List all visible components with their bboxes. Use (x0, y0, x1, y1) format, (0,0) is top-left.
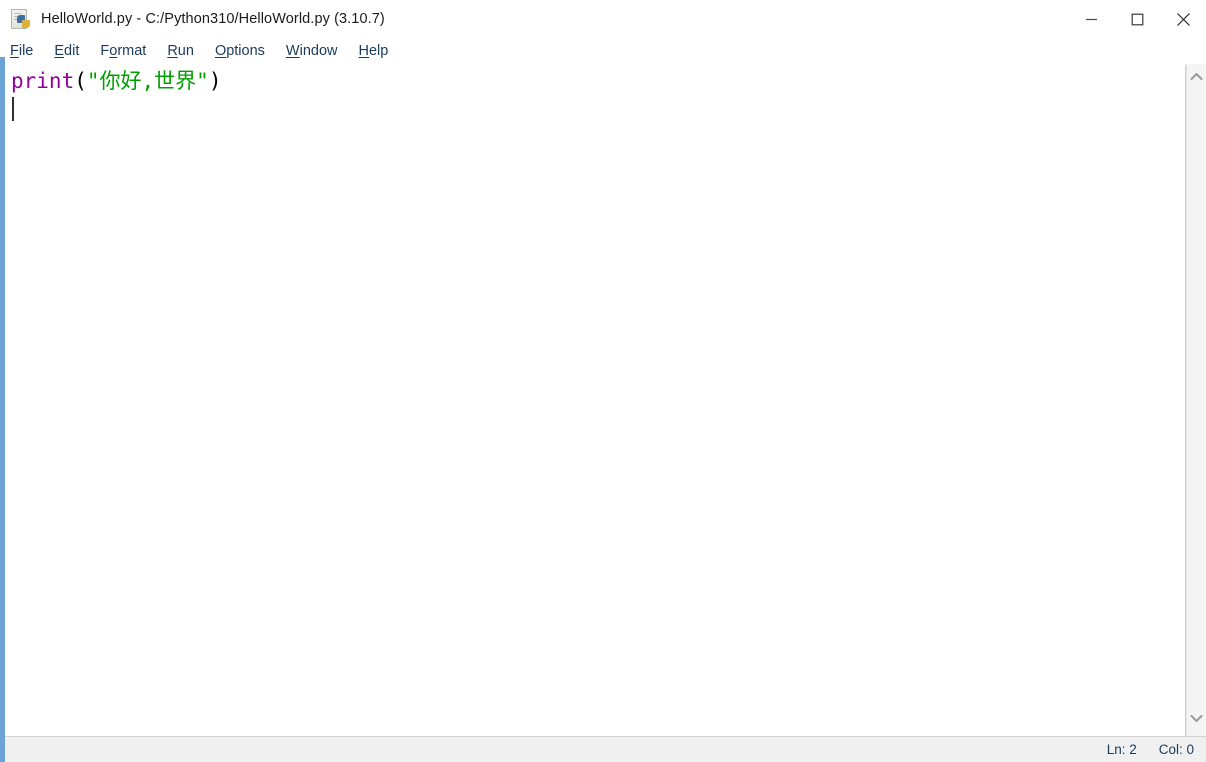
window-controls (1068, 0, 1206, 38)
code-token-builtin: print (11, 69, 75, 93)
vertical-scrollbar[interactable] (1186, 64, 1206, 736)
code-token-open-paren: ( (74, 69, 87, 93)
code-token-string: "你好,世界" (86, 69, 209, 93)
status-bar: Ln: 2 Col: 0 (0, 736, 1206, 762)
status-line-number: Ln: 2 (1106, 741, 1137, 757)
menu-item-format[interactable]: Format (100, 42, 157, 61)
menu-item-edit[interactable]: Edit (54, 42, 90, 61)
window-left-border (0, 0, 5, 762)
maximize-button[interactable] (1114, 0, 1160, 38)
chevron-down-icon[interactable] (1187, 708, 1206, 728)
title-bar: HelloWorld.py - C:/Python310/HelloWorld.… (0, 0, 1206, 38)
menu-item-help[interactable]: Help (359, 42, 400, 61)
code-token-close-paren: ) (208, 69, 222, 93)
menu-bar: File Edit Format Run Options Window Help (0, 38, 1206, 65)
code-editor[interactable]: print("你好,世界") (5, 64, 1186, 736)
window-title: HelloWorld.py - C:/Python310/HelloWorld.… (41, 10, 385, 27)
text-cursor (12, 97, 14, 121)
menu-item-options[interactable]: Options (215, 42, 276, 61)
python-file-icon (11, 8, 32, 30)
code-text-area[interactable]: print("你好,世界") (5, 67, 1185, 123)
status-column-number: Col: 0 (1158, 741, 1194, 757)
close-button[interactable] (1160, 0, 1206, 38)
window-left-border-mask (0, 0, 5, 57)
menu-item-window[interactable]: Window (286, 42, 349, 61)
idle-editor-window: HelloWorld.py - C:/Python310/HelloWorld.… (0, 0, 1206, 762)
menu-item-run[interactable]: Run (167, 42, 205, 61)
minimize-button[interactable] (1068, 0, 1114, 38)
chevron-up-icon[interactable] (1187, 66, 1206, 86)
menu-item-file[interactable]: File (10, 42, 44, 61)
